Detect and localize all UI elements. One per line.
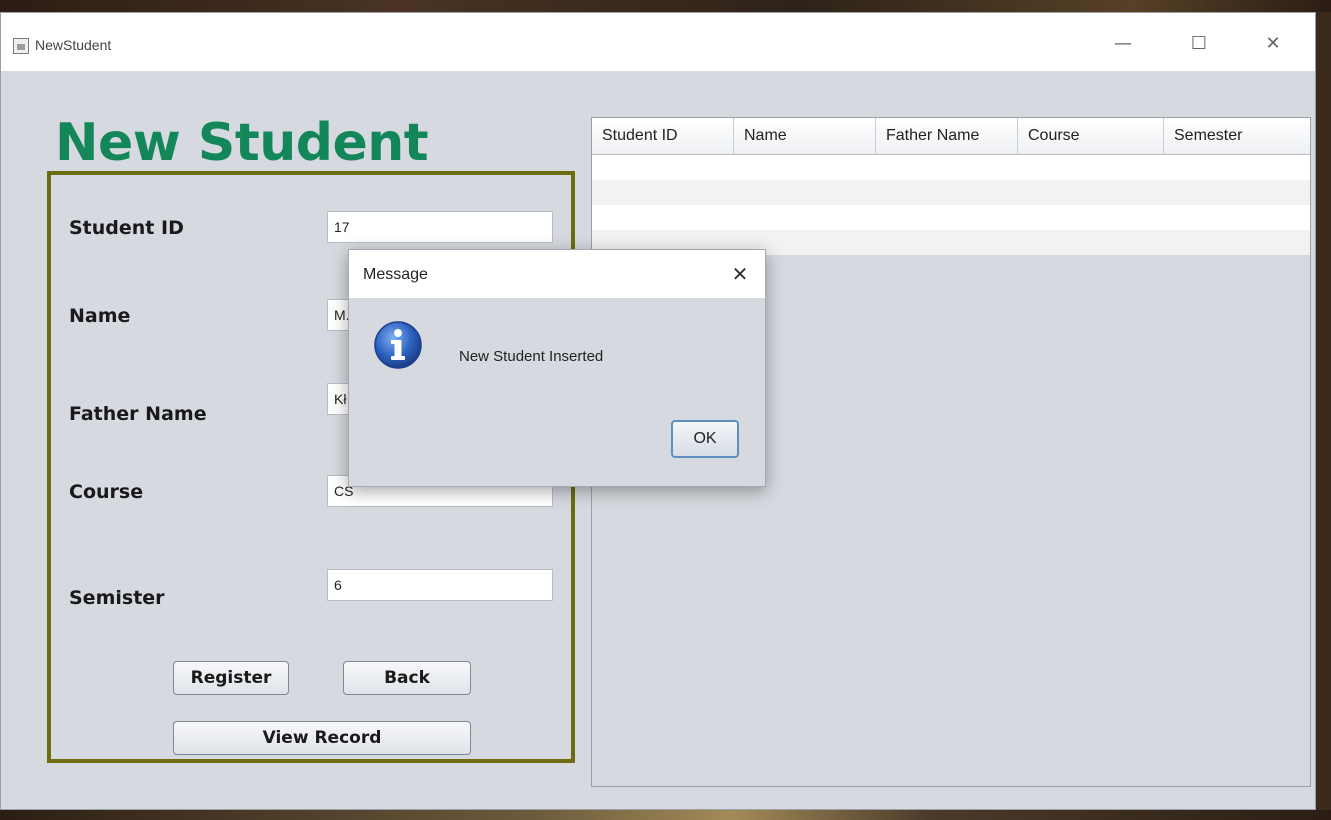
view-record-button[interactable]: View Record <box>173 721 471 755</box>
back-button[interactable]: Back <box>343 661 471 695</box>
student-id-input[interactable]: 17 <box>327 211 553 243</box>
column-header-father-name[interactable]: Father Name <box>876 118 1018 154</box>
desktop-background-bottom <box>0 810 1331 820</box>
column-header-semester[interactable]: Semester <box>1164 118 1310 154</box>
column-header-student-id[interactable]: Student ID <box>592 118 734 154</box>
table-row[interactable] <box>592 155 1310 180</box>
dialog-close-button[interactable]: ✕ <box>725 260 755 288</box>
name-label: Name <box>69 305 131 327</box>
window-title: NewStudent <box>35 37 112 53</box>
table-header: Student ID Name Father Name Course Semes… <box>592 118 1310 155</box>
column-header-course[interactable]: Course <box>1018 118 1164 154</box>
close-window-button[interactable]: ✕ <box>1253 29 1293 59</box>
dialog-titlebar: Message ✕ <box>349 250 765 298</box>
register-button[interactable]: Register <box>173 661 289 695</box>
minimize-button[interactable]: — <box>1103 29 1143 59</box>
maximize-button[interactable]: ☐ <box>1179 29 1219 59</box>
dialog-title: Message <box>363 266 428 283</box>
table-row[interactable] <box>592 205 1310 230</box>
table-body <box>592 155 1310 255</box>
student-id-label: Student ID <box>69 217 184 239</box>
app-window: NewStudent — ☐ ✕ New Student Student ID … <box>0 12 1316 810</box>
table-row[interactable] <box>592 180 1310 205</box>
page-title: New Student <box>55 113 429 173</box>
message-dialog: Message ✕ New Student Inserted OK <box>348 249 766 487</box>
column-header-name[interactable]: Name <box>734 118 876 154</box>
ok-button[interactable]: OK <box>671 420 739 458</box>
semister-input[interactable]: 6 <box>327 569 553 601</box>
info-icon <box>374 321 422 369</box>
java-app-icon <box>13 38 29 54</box>
desktop-background-top <box>0 0 1331 12</box>
dialog-message: New Student Inserted <box>459 348 604 365</box>
father-name-label: Father Name <box>69 403 207 425</box>
semister-label: Semister <box>69 587 165 609</box>
window-titlebar: NewStudent — ☐ ✕ <box>1 13 1315 71</box>
course-label: Course <box>69 481 144 503</box>
